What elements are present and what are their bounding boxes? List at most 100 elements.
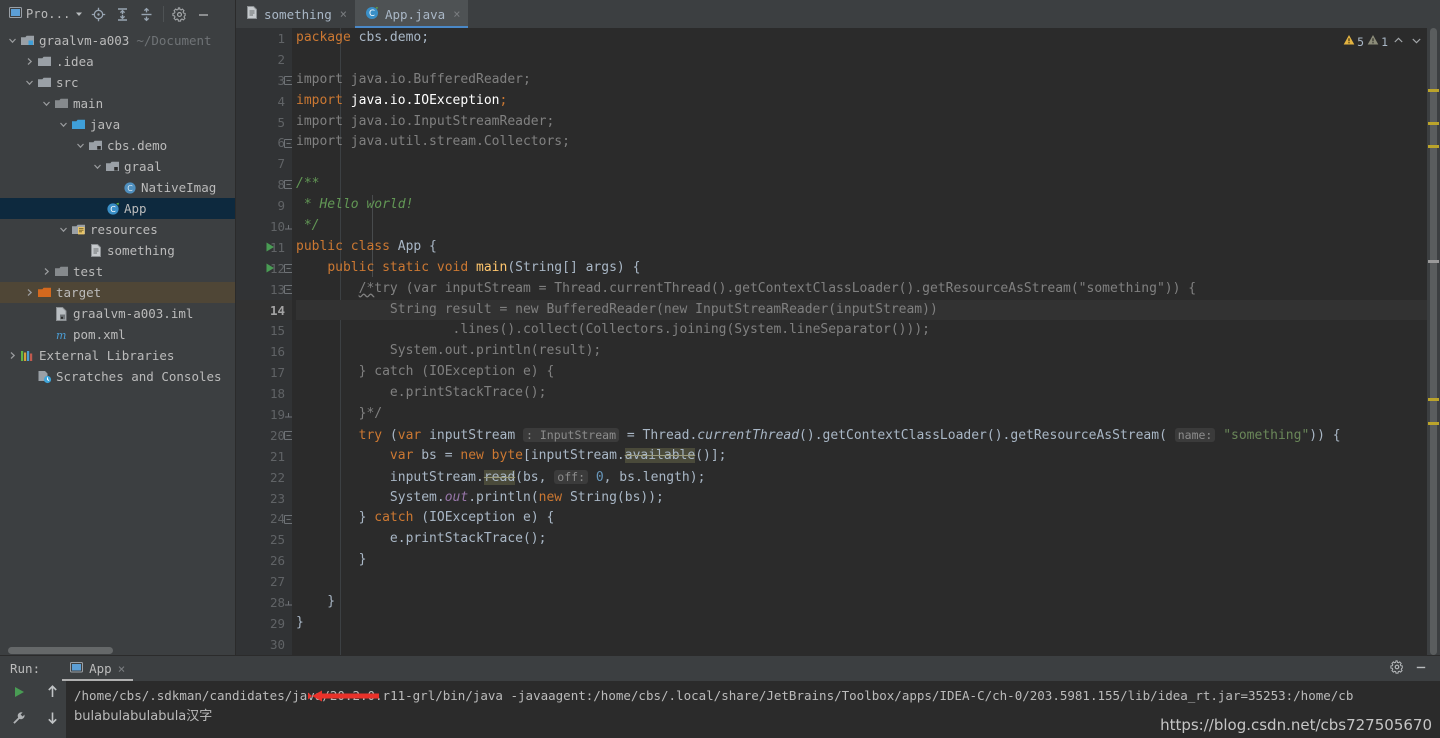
code-line[interactable]: inputStream.read(bs, off: 0, bs.length); — [296, 467, 1427, 488]
code-line[interactable]: } — [296, 550, 1427, 571]
run-gutter-icon[interactable] — [264, 241, 276, 253]
code-line[interactable]: public class App { — [296, 237, 1427, 258]
code-line[interactable]: * Hello world! — [296, 195, 1427, 216]
code-line[interactable]: } catch (IOException e) { — [296, 508, 1427, 529]
scroll-up-button[interactable] — [46, 685, 59, 702]
stripe-marker[interactable] — [1428, 145, 1439, 148]
stripe-marker[interactable] — [1428, 422, 1439, 425]
hide-icon[interactable] — [1414, 660, 1428, 677]
project-tree[interactable]: graalvm-a003 ~/Document .idea src main java cb… — [0, 28, 235, 646]
chevron-down-icon[interactable] — [40, 99, 53, 108]
line-number[interactable]: 14 — [236, 299, 292, 321]
line-number[interactable]: 17 — [236, 362, 292, 383]
tree-item-pom-xml[interactable]: m pom.xml — [0, 324, 235, 345]
settings-button[interactable] — [12, 711, 26, 728]
code-line[interactable]: import java.io.InputStreamReader; — [296, 112, 1427, 133]
chevron-right-icon[interactable] — [23, 57, 36, 66]
project-view-selector[interactable]: Pro... — [6, 3, 86, 25]
chevron-right-icon[interactable] — [23, 288, 36, 297]
code-line[interactable]: try (var inputStream : InputStream = Thr… — [296, 425, 1427, 446]
chevron-right-icon[interactable] — [6, 351, 19, 360]
tree-item-something[interactable]: something — [0, 240, 235, 261]
tree-item-app[interactable]: C App — [0, 198, 235, 219]
editor-tab-app-java[interactable]: C App.java × — [354, 0, 469, 28]
chevron-up-icon[interactable] — [1391, 35, 1406, 49]
code-line[interactable]: /*try (var inputStream = Thread.currentT… — [296, 279, 1427, 300]
code-line[interactable]: import java.io.BufferedReader; — [296, 70, 1427, 91]
stripe-marker[interactable] — [1428, 89, 1439, 92]
line-number[interactable]: 9 — [236, 195, 292, 216]
scroll-down-button[interactable] — [46, 711, 59, 728]
code-line[interactable]: } — [296, 592, 1427, 613]
chevron-down-icon[interactable] — [57, 120, 70, 129]
chevron-right-icon[interactable] — [40, 267, 53, 276]
warning-count[interactable]: 5 — [1343, 34, 1364, 49]
line-number[interactable]: 26 — [236, 550, 292, 571]
tree-item-target[interactable]: target — [0, 282, 235, 303]
line-number[interactable]: 1 — [236, 28, 292, 49]
expand-all-icon[interactable] — [112, 3, 134, 25]
line-number[interactable]: 29 — [236, 613, 292, 634]
tree-item-scratches-and-consoles[interactable]: Scratches and Consoles — [0, 366, 235, 387]
code-line[interactable] — [296, 153, 1427, 174]
tree-item-external-libraries[interactable]: External Libraries — [0, 345, 235, 366]
gear-icon[interactable] — [1390, 660, 1404, 677]
line-number[interactable]: 2 — [236, 49, 292, 70]
stripe-marker[interactable] — [1428, 260, 1439, 263]
line-number[interactable]: 23 — [236, 488, 292, 509]
run-gutter-icon[interactable] — [264, 262, 276, 274]
tree-item-nativeimag[interactable]: C NativeImag — [0, 177, 235, 198]
code-line[interactable]: } catch (IOException e) { — [296, 362, 1427, 383]
code-line[interactable] — [296, 49, 1427, 70]
tree-item-src[interactable]: src — [0, 72, 235, 93]
line-number[interactable]: 18 — [236, 383, 292, 404]
code-line[interactable]: System.out.println(result); — [296, 341, 1427, 362]
code-line[interactable]: import java.io.IOException; — [296, 91, 1427, 112]
chevron-down-icon[interactable] — [74, 141, 87, 150]
tree-item-graalvm-a003[interactable]: graalvm-a003 ~/Document — [0, 30, 235, 51]
line-number[interactable]: 30 — [236, 634, 292, 655]
tree-item-graal[interactable]: graal — [0, 156, 235, 177]
tree-item-main[interactable]: main — [0, 93, 235, 114]
stripe-marker[interactable] — [1428, 122, 1439, 125]
run-console[interactable]: /home/cbs/.sdkman/candidates/java/20.2.0… — [66, 681, 1440, 738]
editor-gutter[interactable]: 1 2 3 4 5 6 7 8 9 10 11 12 13 14 15 16 17 18 19 20 21 22 23 24 2… — [236, 28, 293, 655]
run-tab-app[interactable]: App × — [62, 656, 134, 681]
close-icon[interactable]: × — [118, 661, 126, 676]
tree-item-resources[interactable]: resources — [0, 219, 235, 240]
hide-icon[interactable] — [193, 3, 215, 25]
stripe-marker[interactable] — [1428, 398, 1439, 401]
line-number[interactable]: 4 — [236, 91, 292, 112]
chevron-down-icon[interactable] — [57, 225, 70, 234]
line-number[interactable]: 15 — [236, 320, 292, 341]
chevron-down-icon[interactable] — [1409, 35, 1424, 49]
editor-tab-something[interactable]: something × — [236, 0, 355, 28]
tree-item-idea[interactable]: .idea — [0, 51, 235, 72]
close-icon[interactable]: × — [453, 8, 460, 20]
line-number[interactable]: 5 — [236, 112, 292, 133]
close-icon[interactable]: × — [340, 8, 347, 20]
collapse-all-icon[interactable] — [136, 3, 158, 25]
code-line[interactable]: } — [296, 613, 1427, 634]
code-line[interactable]: package cbs.demo; — [296, 28, 1427, 49]
inspection-widget[interactable]: 5 1 — [1343, 34, 1424, 49]
code-line[interactable]: e.printStackTrace(); — [296, 529, 1427, 550]
line-number[interactable]: 27 — [236, 571, 292, 592]
code-line[interactable]: /** — [296, 174, 1427, 195]
code-line[interactable]: var bs = new byte[inputStream.available(… — [296, 446, 1427, 467]
project-horizontal-scrollbar[interactable] — [0, 646, 235, 655]
line-number[interactable]: 7 — [236, 153, 292, 174]
locate-icon[interactable] — [88, 3, 110, 25]
rerun-button[interactable] — [12, 685, 26, 702]
code-line[interactable]: }*/ — [296, 404, 1427, 425]
line-number[interactable]: 16 — [236, 341, 292, 362]
code-line[interactable] — [296, 571, 1427, 592]
tree-item-test[interactable]: test — [0, 261, 235, 282]
line-number[interactable]: 22 — [236, 467, 292, 488]
code-line[interactable] — [296, 634, 1427, 655]
line-number[interactable]: 25 — [236, 529, 292, 550]
gear-icon[interactable] — [169, 3, 191, 25]
code-line[interactable]: import java.util.stream.Collectors; — [296, 132, 1427, 153]
code-line[interactable]: .lines().collect(Collectors.joining(Syst… — [296, 320, 1427, 341]
code-line[interactable]: */ — [296, 216, 1427, 237]
